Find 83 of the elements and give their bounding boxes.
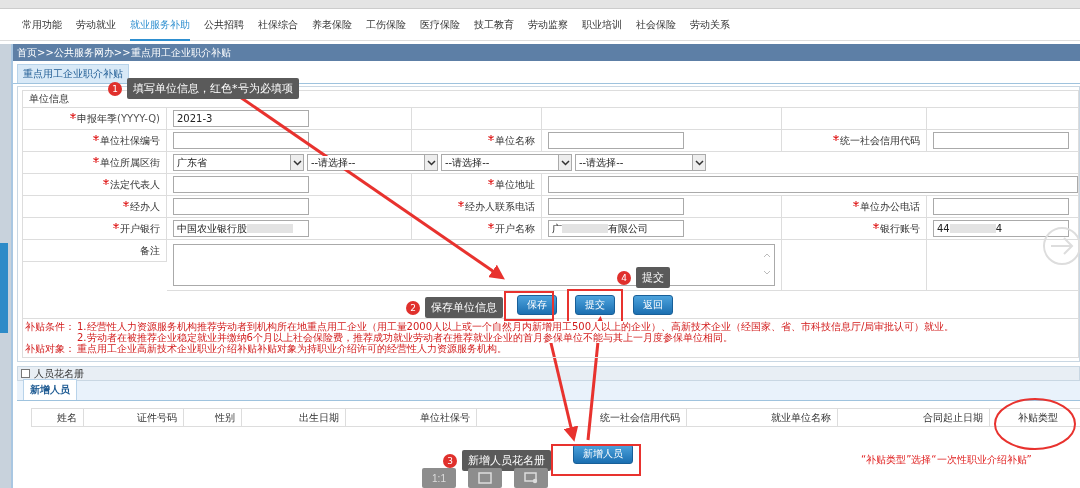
column-header: 统一社会信用代码 [600,410,680,425]
nav-item[interactable]: 劳动就业 [76,8,116,41]
submit-button[interactable]: 提交 [575,294,615,315]
nav-item[interactable]: 社保综合 [258,8,298,41]
back-button[interactable]: 返回 [633,294,673,315]
nav-item[interactable]: 常用功能 [22,8,62,41]
field-label: 统一社会信用代码 [840,133,920,148]
text-field[interactable]: 广 有限公司 [548,220,684,237]
text-field[interactable]: 44 4 [933,220,1069,237]
text-field[interactable] [933,198,1069,215]
frame-icon [478,472,492,484]
note-heading: 补贴条件： [25,321,76,332]
expand-icon[interactable] [21,369,30,378]
highlight-frame [504,291,554,321]
text-field[interactable] [173,198,309,215]
next-arrow-icon[interactable] [1042,226,1080,266]
nav-item[interactable]: 工伤保险 [366,8,406,41]
tab[interactable]: 新增人员 [23,379,77,400]
save-button[interactable]: 保存 [517,294,557,315]
field-label: 开户名称 [495,221,535,236]
column-header: 就业单位名称 [771,410,831,425]
column-header: 单位社保号 [420,410,470,425]
dropdown[interactable]: --请选择-- [441,154,572,171]
instruction-note: “补贴类型”选择“一次性职业介绍补贴” [861,453,1032,467]
nav-item[interactable]: 技工教育 [474,8,514,41]
text-field[interactable] [173,176,309,193]
step-badge: 4 [617,270,631,285]
column-header: 补贴类型 [1018,410,1058,425]
nav-item[interactable]: 职业培训 [582,8,622,41]
text-field[interactable] [173,132,309,149]
breadcrumb: 首页>>公共服务网办>>重点用工企业职介补贴 [17,45,231,60]
field-label: 单位社保编号 [100,133,160,148]
field-label: 单位地址 [495,177,535,192]
dropdown[interactable]: --请选择-- [575,154,706,171]
column-header: 合同起止日期 [923,410,983,425]
add-person-button[interactable]: 新增人员 [573,444,633,464]
nav-item[interactable]: 就业服务补助 [130,8,190,41]
field-label: 备注 [140,243,160,258]
dropdown[interactable]: --请选择-- [307,154,438,171]
field-label: 开户银行 [120,221,160,236]
field-label: 单位名称 [495,133,535,148]
field-label: 法定代表人 [110,177,160,192]
text-field[interactable] [933,132,1069,149]
caret-icon[interactable] [558,155,571,170]
text-field[interactable]: 2021-3 [173,110,309,127]
dropdown[interactable]: 广东省 [173,154,304,171]
callout-label: 提交 [636,267,670,288]
text-field[interactable] [548,198,684,215]
caret-icon[interactable] [290,155,303,170]
collapse-handle[interactable] [0,242,8,333]
nav-item[interactable]: 劳动监察 [528,8,568,41]
text-field[interactable]: 中国农业银行股 [173,220,309,237]
note-heading: 补贴对象： [25,343,76,354]
nav-item[interactable]: 劳动关系 [690,8,730,41]
text-field[interactable] [548,132,684,149]
field-label: 单位所属区街 [100,155,160,170]
caret-icon[interactable] [424,155,437,170]
edit-image-button[interactable] [514,468,548,488]
nav-item[interactable]: 医疗保险 [420,8,460,41]
caret-icon[interactable] [692,155,705,170]
column-header: 姓名 [57,410,77,425]
nav-item[interactable]: 公共招聘 [204,8,244,41]
column-header: 性别 [215,410,235,425]
column-header: 出生日期 [299,410,339,425]
fit-screen-button[interactable] [468,468,502,488]
column-header: 证件号码 [137,410,177,425]
field-label: 经办人 [130,199,160,214]
field-label: 申报年季(YYYY-Q) [77,111,160,126]
highlight-frame [567,289,623,323]
callout-label: 填写单位信息，红色*号为必填项 [127,78,299,99]
step-badge: 3 [443,453,457,468]
nav-item[interactable]: 养老保险 [312,8,352,41]
field-label: 经办人联系电话 [465,199,535,214]
text-field[interactable] [548,176,1078,193]
field-label: 单位办公电话 [860,199,920,214]
section-title: 单位信息 [29,92,69,106]
field-label: 银行账号 [880,221,920,236]
nav-item[interactable]: 社会保险 [636,8,676,41]
screen-icon [524,472,538,484]
roster-title: 人员花名册 [34,366,84,381]
tab[interactable]: 重点用工企业职介补贴 [17,64,129,83]
callout-label: 保存单位信息 [425,297,503,318]
step-badge: 2 [406,300,420,315]
